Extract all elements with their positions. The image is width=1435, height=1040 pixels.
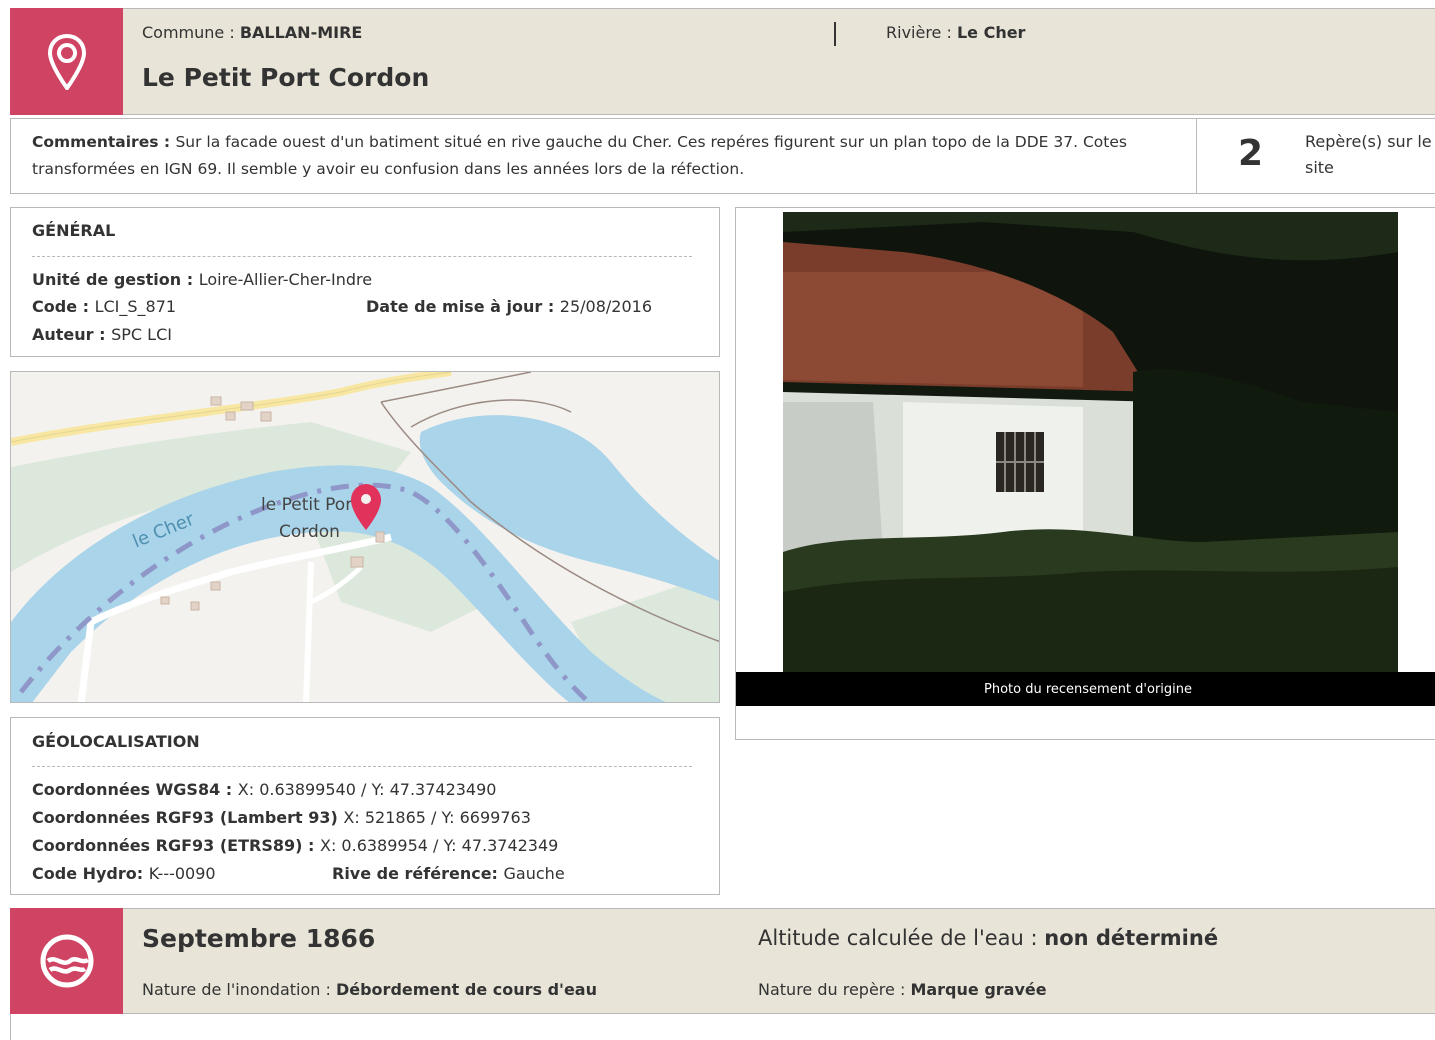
unite-value: Loire-Allier-Cher-Indre [198, 270, 373, 289]
commune-line: Commune : BALLAN-MIRE [142, 23, 362, 42]
rive-value: Gauche [503, 864, 565, 883]
map-pin-icon [47, 33, 86, 90]
hydro-value: K---0090 [148, 864, 216, 883]
comments-body: Sur la facade ouest d'un batiment situé … [32, 133, 1127, 178]
date-line: Date de mise à jour : 25/08/2016 [366, 297, 652, 316]
hydro-line: Code Hydro: K---0090 [32, 864, 216, 883]
comments-label: Commentaires : [32, 133, 176, 151]
nature-repere-line: Nature du repère : Marque gravée [758, 980, 1047, 999]
general-title: GÉNÉRAL [32, 221, 116, 240]
header-separator [834, 22, 836, 46]
altitude-line: Altitude calculée de l'eau : non détermi… [758, 926, 1218, 950]
nature-inondation-label: Nature de l'inondation : [142, 980, 336, 999]
wgs-line: Coordonnées WGS84 : X: 0.63899540 / Y: 4… [32, 780, 496, 799]
l93-value: X: 521865 / Y: 6699763 [343, 808, 531, 827]
flood-date: Septembre 1866 [142, 924, 376, 953]
location-map[interactable]: le Cher le Petit Port Cordon [10, 371, 720, 703]
comments-divider [1196, 118, 1197, 194]
map-place-label-2: Cordon [279, 522, 340, 542]
wgs-label: Coordonnées WGS84 : [32, 780, 238, 799]
code-value: LCI_S_871 [94, 297, 177, 316]
flood-icon-block [10, 908, 123, 1014]
comments-text: Commentaires : Sur la facade ouest d'un … [32, 129, 1182, 183]
photo-caption: Photo du recensement d'origine [736, 672, 1435, 706]
map-canvas[interactable]: le Cher le Petit Port Cordon [11, 372, 720, 703]
riviere-label: Rivière : [886, 23, 957, 42]
etrs-line: Coordonnées RGF93 (ETRS89) : X: 0.638995… [32, 836, 558, 855]
etrs-label: Coordonnées RGF93 (ETRS89) : [32, 836, 320, 855]
commune-value: BALLAN-MIRE [239, 23, 363, 42]
altitude-value: non déterminé [1044, 926, 1219, 950]
unite-label: Unité de gestion : [32, 270, 199, 289]
water-wave-icon [40, 934, 93, 988]
date-label: Date de mise à jour : [366, 297, 560, 316]
rive-line: Rive de référence: Gauche [332, 864, 565, 883]
altitude-label: Altitude calculée de l'eau : [758, 926, 1045, 950]
geoloc-title: GÉOLOCALISATION [32, 732, 200, 751]
rive-label: Rive de référence: [332, 864, 504, 883]
riviere-line: Rivière : Le Cher [886, 23, 1025, 42]
nature-repere-label: Nature du repère : [758, 980, 911, 999]
unite-line: Unité de gestion : Loire-Allier-Cher-Ind… [32, 270, 372, 289]
auteur-line: Auteur : SPC LCI [32, 325, 172, 344]
code-line: Code : LCI_S_871 [32, 297, 176, 316]
hydro-label: Code Hydro: [32, 864, 149, 883]
etrs-value: X: 0.6389954 / Y: 47.3742349 [319, 836, 559, 855]
commune-label: Commune : [142, 23, 240, 42]
repere-count: 2 [1238, 133, 1264, 174]
nature-repere-value: Marque gravée [910, 980, 1047, 999]
auteur-value: SPC LCI [111, 325, 172, 344]
geoloc-divider [32, 766, 692, 767]
code-label: Code : [32, 297, 95, 316]
date-value: 25/08/2016 [559, 297, 653, 316]
nature-inondation-line: Nature de l'inondation : Débordement de … [142, 980, 597, 999]
site-title: Le Petit Port Cordon [142, 63, 430, 92]
repere-count-label: Repère(s) sur le site [1305, 132, 1432, 177]
auteur-label: Auteur : [32, 325, 112, 344]
site-photo[interactable] [783, 212, 1398, 672]
riviere-value: Le Cher [956, 23, 1026, 42]
wgs-value: X: 0.63899540 / Y: 47.37423490 [237, 780, 497, 799]
map-place-label-1: le Petit Port [261, 495, 359, 515]
l93-label: Coordonnées RGF93 (Lambert 93) [32, 808, 344, 827]
general-divider [32, 256, 692, 257]
l93-line: Coordonnées RGF93 (Lambert 93) X: 521865… [32, 808, 531, 827]
nature-inondation-value: Débordement de cours d'eau [335, 980, 597, 999]
location-block [10, 8, 123, 115]
